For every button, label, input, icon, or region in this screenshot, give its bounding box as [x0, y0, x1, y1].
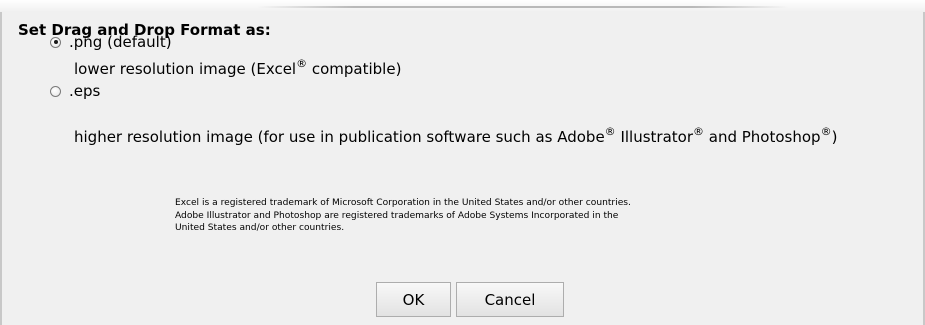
registered-mark: ® — [604, 125, 616, 138]
dialog-left-border — [0, 12, 2, 325]
trademark-line: Adobe Illustrator and Photoshop are regi… — [175, 210, 619, 221]
png-description-text: lower resolution image (Excel — [74, 60, 297, 78]
trademark-notice: Excel is a registered trademark of Micro… — [175, 197, 785, 235]
eps-option-description: higher resolution image (for use in publ… — [74, 125, 838, 147]
png-option-description: lower resolution image (Excel® compatibl… — [74, 57, 402, 79]
eps-description-photoshop: and Photoshop — [704, 128, 821, 146]
eps-description-end: ) — [831, 128, 838, 146]
cancel-button[interactable]: Cancel — [456, 282, 564, 317]
eps-format-option[interactable]: .eps — [50, 81, 100, 101]
ok-button[interactable]: OK — [376, 282, 451, 317]
drag-drop-format-dialog: Set Drag and Drop Format as: .png (defau… — [0, 0, 925, 325]
registered-mark: ® — [296, 57, 308, 70]
registered-mark: ® — [693, 125, 704, 138]
eps-radio-button[interactable] — [50, 85, 61, 97]
png-format-option[interactable]: .png (default) — [50, 32, 172, 52]
eps-description-illustrator: Illustrator — [615, 128, 693, 146]
png-radio-button[interactable] — [50, 36, 61, 48]
eps-option-label: .eps — [69, 82, 101, 100]
eps-description-text: higher resolution image (for use in publ… — [74, 128, 605, 146]
dialog-top-edge — [0, 0, 925, 12]
trademark-line: United States and/or other countries. — [175, 223, 345, 233]
png-description-text-end: compatible) — [307, 60, 402, 78]
trademark-line: Excel is a registered trademark of Micro… — [175, 198, 631, 208]
registered-mark: ® — [820, 125, 832, 138]
png-option-label: .png (default) — [69, 33, 172, 51]
